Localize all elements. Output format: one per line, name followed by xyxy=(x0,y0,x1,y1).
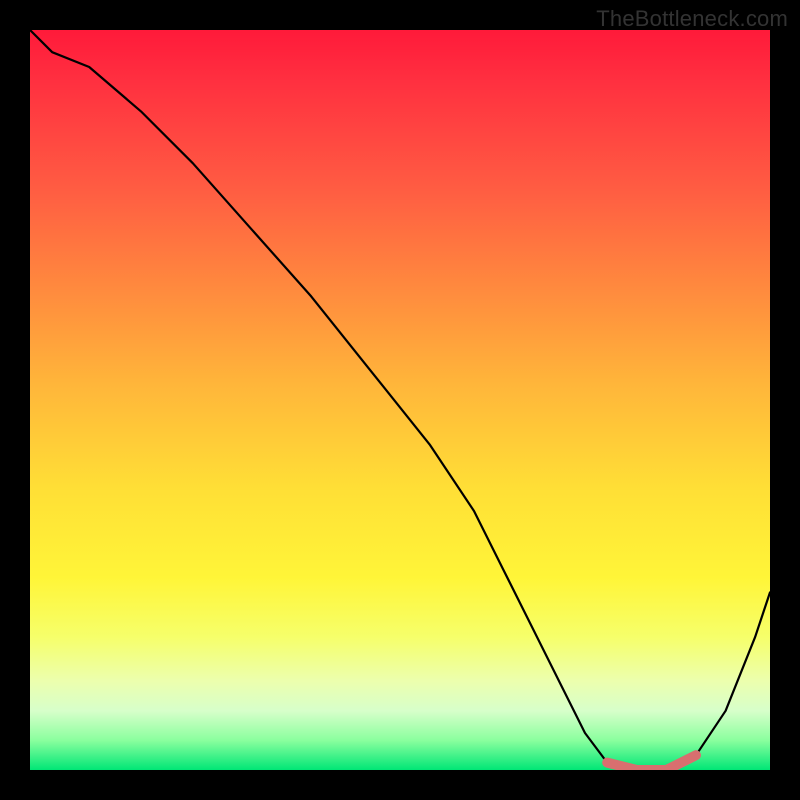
flat-minimum-highlight xyxy=(607,755,696,770)
chart-frame: TheBottleneck.com xyxy=(0,0,800,800)
watermark-text: TheBottleneck.com xyxy=(596,6,788,32)
curve-svg xyxy=(30,30,770,770)
bottleneck-curve-path xyxy=(30,30,770,770)
plot-area xyxy=(30,30,770,770)
